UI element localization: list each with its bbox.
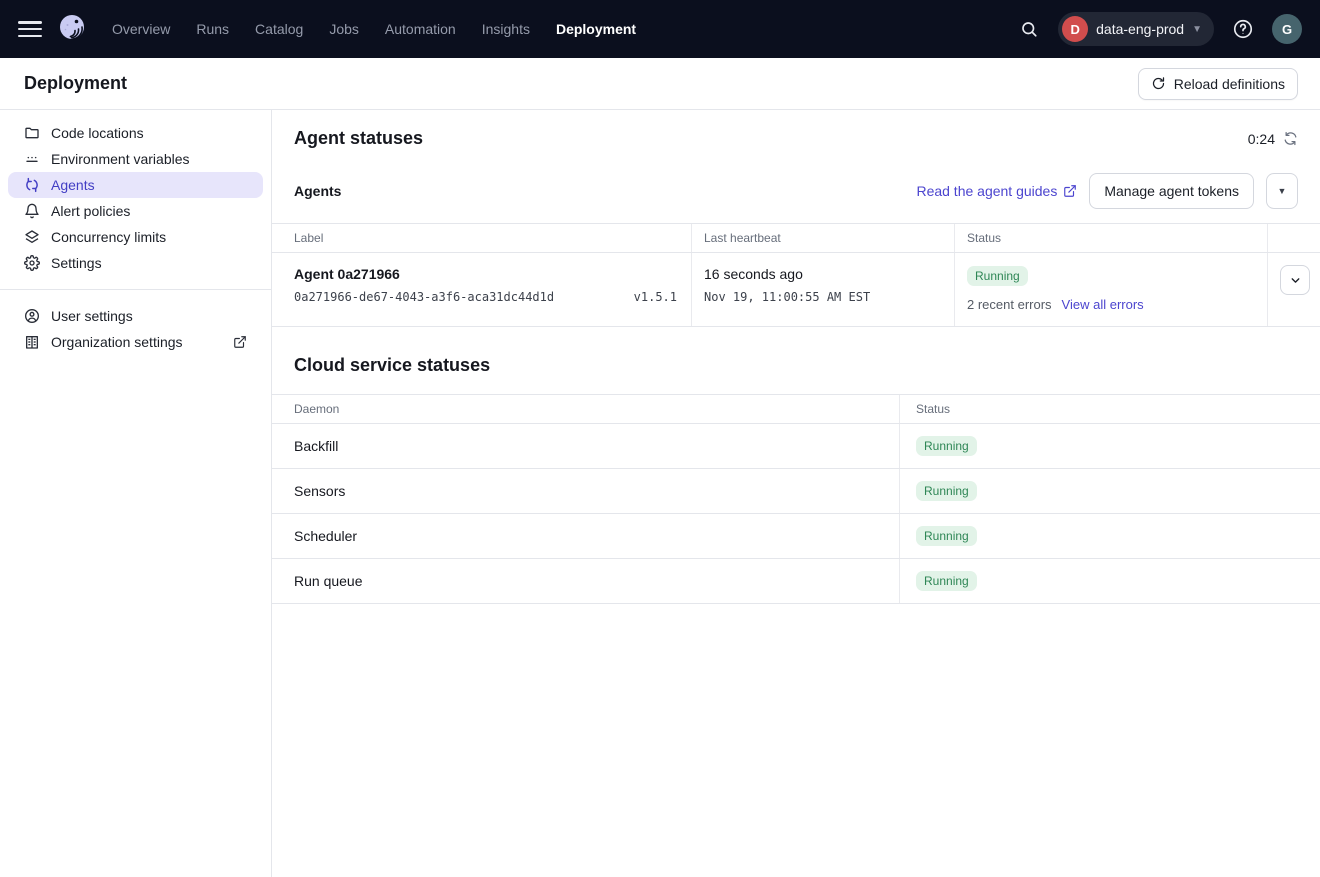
col-label: Label — [272, 224, 692, 252]
sidebar-item-label: Organization settings — [51, 334, 183, 350]
sidebar-item-concurrency-limits[interactable]: Concurrency limits — [8, 224, 263, 250]
chevron-down-icon: ▼ — [1192, 24, 1202, 35]
daemon-row: Run queue Running — [272, 559, 1320, 604]
sidebar-item-organization-settings[interactable]: Organization settings — [8, 329, 263, 355]
nav-insights[interactable]: Insights — [482, 21, 530, 37]
agent-actions-dropdown-button[interactable]: ▼ — [1266, 173, 1298, 209]
nav-runs[interactable]: Runs — [196, 21, 229, 37]
agents-table: Label Last heartbeat Status Agent 0a2719… — [272, 223, 1320, 327]
primary-nav: Overview Runs Catalog Jobs Automation In… — [112, 21, 636, 37]
top-navigation: Overview Runs Catalog Jobs Automation In… — [0, 0, 1320, 58]
recent-errors-text: 2 recent errors — [967, 297, 1052, 312]
deployment-sidebar: Code locations Environment variables Age… — [0, 110, 272, 877]
external-link-icon — [233, 335, 247, 349]
agent-expand-button[interactable] — [1280, 265, 1310, 295]
agents-section-label: Agents — [294, 183, 341, 199]
variables-icon — [24, 151, 40, 167]
reload-definitions-button[interactable]: Reload definitions — [1138, 68, 1298, 100]
cloud-table-header: Daemon Status — [272, 394, 1320, 424]
agent-label-cell: Agent 0a271966 0a271966-de67-4043-a3f6-a… — [272, 253, 692, 326]
agent-guides-label: Read the agent guides — [916, 183, 1057, 199]
sidebar-item-label: Settings — [51, 255, 102, 271]
agent-row: Agent 0a271966 0a271966-de67-4043-a3f6-a… — [272, 253, 1320, 327]
gear-icon — [24, 255, 40, 271]
agents-table-header: Label Last heartbeat Status — [272, 223, 1320, 253]
building-icon — [24, 334, 40, 350]
status-badge: Running — [916, 436, 977, 456]
nav-deployment[interactable]: Deployment — [556, 21, 636, 37]
reload-icon — [1151, 76, 1166, 91]
dagster-deployment-page: Overview Runs Catalog Jobs Automation In… — [0, 0, 1320, 877]
sidebar-item-label: User settings — [51, 308, 133, 324]
daemon-row: Sensors Running — [272, 469, 1320, 514]
hamburger-menu-icon[interactable] — [18, 21, 42, 37]
nav-jobs[interactable]: Jobs — [329, 21, 359, 37]
help-icon[interactable] — [1228, 14, 1258, 44]
daemon-row: Scheduler Running — [272, 514, 1320, 559]
agent-version: v1.5.1 — [634, 290, 677, 304]
page-header: Deployment Reload definitions — [0, 58, 1320, 110]
sidebar-item-user-settings[interactable]: User settings — [8, 303, 263, 329]
dagster-logo-icon[interactable] — [54, 11, 90, 47]
daemon-name: Scheduler — [272, 514, 900, 558]
nav-catalog[interactable]: Catalog — [255, 21, 303, 37]
heartbeat-relative: 16 seconds ago — [704, 266, 942, 282]
sidebar-item-label: Environment variables — [51, 151, 190, 167]
reload-definitions-label: Reload definitions — [1174, 76, 1285, 92]
agent-icon — [24, 177, 40, 193]
status-badge: Running — [916, 571, 977, 591]
sidebar-item-code-locations[interactable]: Code locations — [8, 120, 263, 146]
refresh-icon[interactable] — [1283, 131, 1298, 146]
page-title: Deployment — [24, 73, 127, 94]
status-badge: Running — [967, 266, 1028, 286]
cloud-services-table: Daemon Status Backfill Running Sensors R… — [272, 394, 1320, 604]
agent-statuses-title: Agent statuses — [294, 128, 423, 149]
col-status: Status — [900, 395, 1320, 423]
nav-automation[interactable]: Automation — [385, 21, 456, 37]
sidebar-item-alert-policies[interactable]: Alert policies — [8, 198, 263, 224]
countdown-value: 0:24 — [1248, 131, 1275, 147]
view-all-errors-link[interactable]: View all errors — [1062, 297, 1144, 312]
sidebar-item-label: Alert policies — [51, 203, 130, 219]
daemon-name: Backfill — [272, 424, 900, 468]
sidebar-item-environment-variables[interactable]: Environment variables — [8, 146, 263, 172]
status-badge: Running — [916, 526, 977, 546]
col-daemon: Daemon — [272, 395, 900, 423]
folder-icon — [24, 125, 40, 141]
daemon-name: Sensors — [272, 469, 900, 513]
agent-id: 0a271966-de67-4043-a3f6-aca31dc44d1d — [294, 290, 554, 304]
col-expand — [1268, 224, 1320, 252]
deployment-initial-badge: D — [1062, 16, 1088, 42]
agent-guides-link[interactable]: Read the agent guides — [916, 183, 1077, 199]
sidebar-item-label: Concurrency limits — [51, 229, 166, 245]
search-icon[interactable] — [1014, 14, 1044, 44]
col-last-heartbeat: Last heartbeat — [692, 224, 955, 252]
sidebar-item-settings[interactable]: Settings — [8, 250, 263, 276]
layers-icon — [24, 229, 40, 245]
bell-icon — [24, 203, 40, 219]
sidebar-item-agents[interactable]: Agents — [8, 172, 263, 198]
agent-status-cell: Running 2 recent errors View all errors — [955, 253, 1268, 326]
nav-overview[interactable]: Overview — [112, 21, 170, 37]
manage-agent-tokens-button[interactable]: Manage agent tokens — [1089, 173, 1254, 209]
agent-expand-cell — [1268, 253, 1320, 326]
daemon-row: Backfill Running — [272, 424, 1320, 469]
daemon-name: Run queue — [272, 559, 900, 603]
sidebar-item-label: Code locations — [51, 125, 144, 141]
topnav-right: D data-eng-prod ▼ G — [1014, 12, 1302, 46]
agent-name: Agent 0a271966 — [294, 266, 679, 282]
refresh-countdown: 0:24 — [1248, 131, 1298, 147]
col-status: Status — [955, 224, 1268, 252]
agent-heartbeat-cell: 16 seconds ago Nov 19, 11:00:55 AM EST — [692, 253, 955, 326]
deployment-switcher[interactable]: D data-eng-prod ▼ — [1058, 12, 1214, 46]
deployment-name: data-eng-prod — [1096, 21, 1184, 37]
sidebar-item-label: Agents — [51, 177, 95, 193]
user-icon — [24, 308, 40, 324]
main-content: Agent statuses 0:24 Agents Read the agen… — [272, 110, 1320, 877]
heartbeat-timestamp: Nov 19, 11:00:55 AM EST — [704, 290, 942, 304]
sidebar-divider — [0, 289, 271, 290]
status-badge: Running — [916, 481, 977, 501]
user-avatar[interactable]: G — [1272, 14, 1302, 44]
cloud-service-statuses-title: Cloud service statuses — [294, 355, 490, 376]
